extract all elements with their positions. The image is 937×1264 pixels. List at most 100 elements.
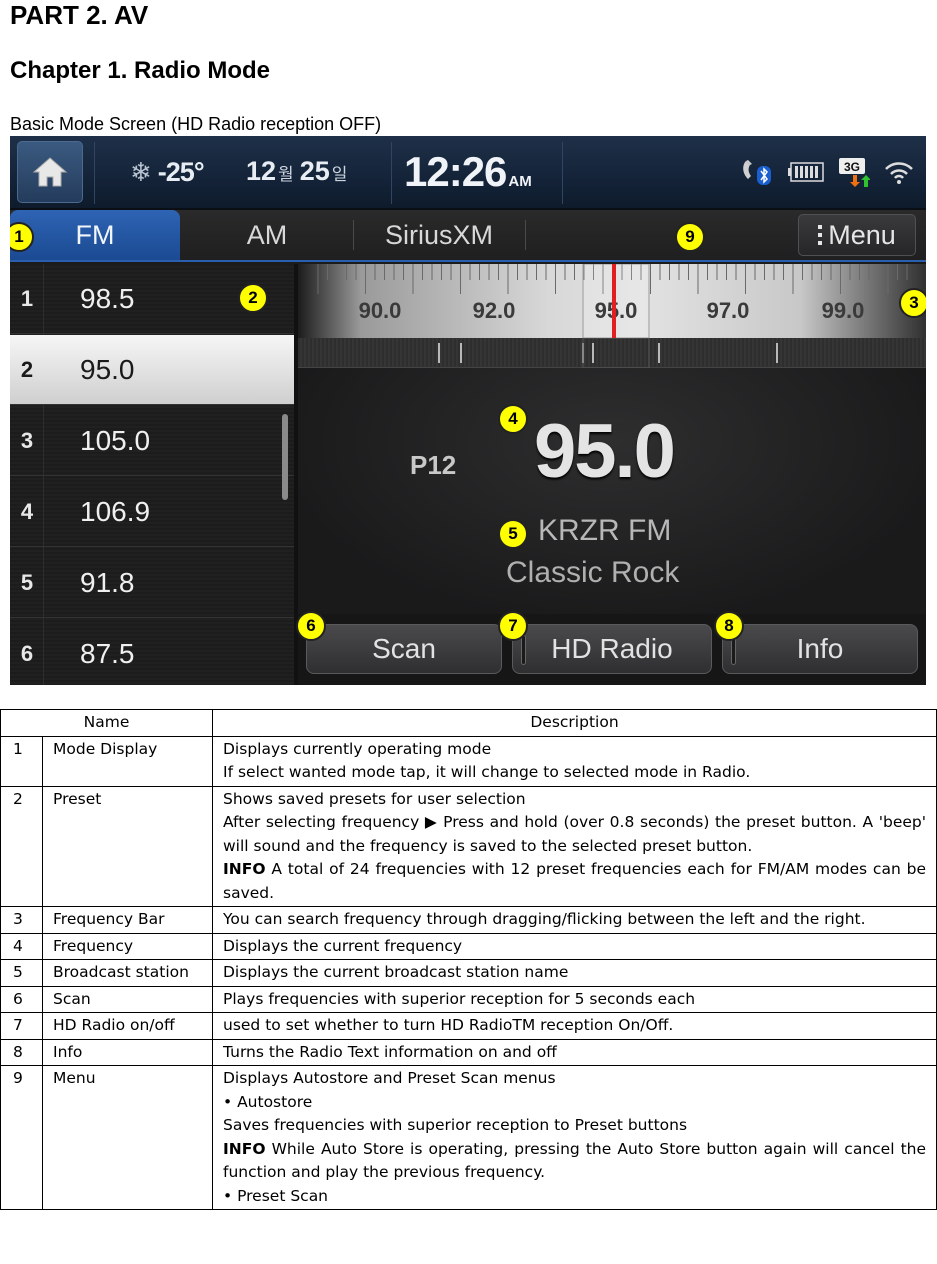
frequency-label: 99.0 [822,298,865,323]
frequency-label: 92.0 [473,298,516,323]
preset-item-selected[interactable]: 2 95.0 [10,335,294,405]
row-number: 9 [0,1065,43,1210]
callout-4: 4 [498,404,528,434]
part-title: PART 2. AV [10,0,149,30]
preset-number: 1 [20,285,34,311]
row-description: Plays frequencies with superior receptio… [212,985,937,1013]
frequency-bar-signal-strip [298,338,926,368]
snowflake-icon: ❄ [130,156,152,187]
divider [94,142,95,204]
row-description: Turns the Radio Text information on and … [212,1038,937,1066]
tab-siriusxm[interactable]: SiriusXM [354,210,524,260]
now-playing: P12 95.0 KRZR FM Classic Rock [298,368,926,614]
preset-frequency: 87.5 [80,638,135,669]
home-icon [32,157,68,187]
date-month: 12 [246,156,277,186]
divider [562,142,563,204]
info-note: INFO While Auto Store is operating, pres… [223,1138,926,1185]
preset-item[interactable]: 5 91.8 [10,548,294,618]
scan-button[interactable]: Scan [306,624,502,674]
preset-item[interactable]: 4 106.9 [10,477,294,547]
status-bar: ❄ -25° 12 월 25 일 12:26 AM 3G [10,136,926,210]
row-name: Frequency [42,932,213,960]
callout-3: 3 [899,288,926,318]
section-title: Basic Mode Screen (HD Radio reception OF… [10,114,382,134]
description-table: Name Description 1 Mode Display Displays c… [0,709,937,1210]
row-description: Shows saved presets for user selection Af… [212,785,937,907]
frequency-scale: 90.092.095.097.099.0 [317,264,908,338]
info-label: INFO [223,860,266,878]
menu-label: Menu [828,219,896,250]
preset-number: 4 [20,498,34,524]
date-day-unit: 일 [331,165,348,184]
description-line: You can search frequency through draggin… [223,910,866,928]
home-button[interactable] [17,141,83,203]
preset-number: 2 [20,356,34,382]
clock-ampm: AM [508,173,532,190]
clock-time: 12:26 [404,148,507,195]
table-row: 3 Frequency Bar You can search frequency t… [0,906,937,934]
preset-number: 3 [20,427,34,453]
description-line: Displays the current broadcast station n… [223,963,569,981]
description-line: Displays Autostore and Preset Scan menus [223,1069,556,1087]
divider [391,142,392,204]
callout-9: 9 [675,222,705,252]
preset-tag: P12 [410,450,457,480]
3g-data-icon: 3G [838,157,870,187]
row-name: Info [42,1038,213,1066]
row-number: 5 [0,959,43,987]
tab-fm[interactable]: FM [10,210,180,260]
row-number: 3 [0,906,43,934]
hd-radio-button[interactable]: HD Radio [512,624,712,674]
description-line: • Preset Scan [223,1186,329,1205]
row-description: used to set whether to turn HD RadioTM r… [212,1012,937,1040]
mode-tab-bar: FM AM SiriusXM Menu [10,210,926,262]
table-header-row: Name Description [0,709,937,737]
table-row: 1 Mode Display Displays currently operatin… [0,735,937,787]
station-genre: Classic Rock [506,556,680,589]
tab-am[interactable]: AM [182,210,352,260]
preset-scrollbar[interactable] [282,414,288,500]
preset-frequency: 95.0 [80,353,135,385]
table-row: 4 Frequency Displays the current frequency [0,932,937,960]
row-description: You can search frequency through draggin… [212,906,937,934]
row-description: Displays currently operating mode If sele… [212,735,937,787]
table-row: 2 Preset Shows saved presets for user sele… [0,785,937,907]
station-name: KRZR FM [538,514,672,547]
temperature: -25° [157,156,205,187]
frequency-label: 97.0 [707,298,750,323]
header-description: Description [212,709,937,737]
info-button[interactable]: Info [722,624,918,674]
battery-icon [788,162,824,182]
menu-button[interactable]: Menu [798,214,916,256]
callout-7: 7 [498,611,528,641]
row-description: Displays the current broadcast station n… [212,959,937,987]
preset-frequency: 91.8 [80,566,135,598]
preset-item[interactable]: 6 87.5 [10,619,294,685]
hd-radio-indicator [521,635,526,665]
frequency-label: 90.0 [359,298,402,323]
row-number: 8 [0,1038,43,1066]
row-name: Scan [42,985,213,1013]
description-line: Plays frequencies with superior receptio… [223,989,696,1008]
header-name: Name [0,709,213,737]
kebab-menu-icon [818,225,823,245]
frequency-bar[interactable]: 90.092.095.097.099.0 [298,264,926,338]
row-number: 7 [0,1012,43,1040]
hd-radio-label: HD Radio [551,633,673,664]
info-note: INFO A total of 24 frequencies with 12 p… [223,858,926,905]
table-row: 5 Broadcast station Displays the current b… [0,959,937,987]
preset-number: 5 [20,569,34,595]
info-label: Info [796,633,844,664]
description-line: Displays the current frequency [223,936,463,955]
station-marker [460,343,462,363]
row-name: Broadcast station [42,959,213,987]
info-text: A total of 24 frequencies with 12 preset… [223,860,926,902]
bottom-button-bar: Scan HD Radio Info [298,614,926,685]
table-row: 9 Menu Displays Autostore and Preset Scan … [0,1065,937,1210]
station-marker [592,343,594,363]
description-line: Saves frequencies with superior receptio… [223,1116,688,1134]
row-number: 6 [0,985,43,1013]
preset-item[interactable]: 3 105.0 [10,406,294,476]
preset-number: 6 [20,641,34,666]
